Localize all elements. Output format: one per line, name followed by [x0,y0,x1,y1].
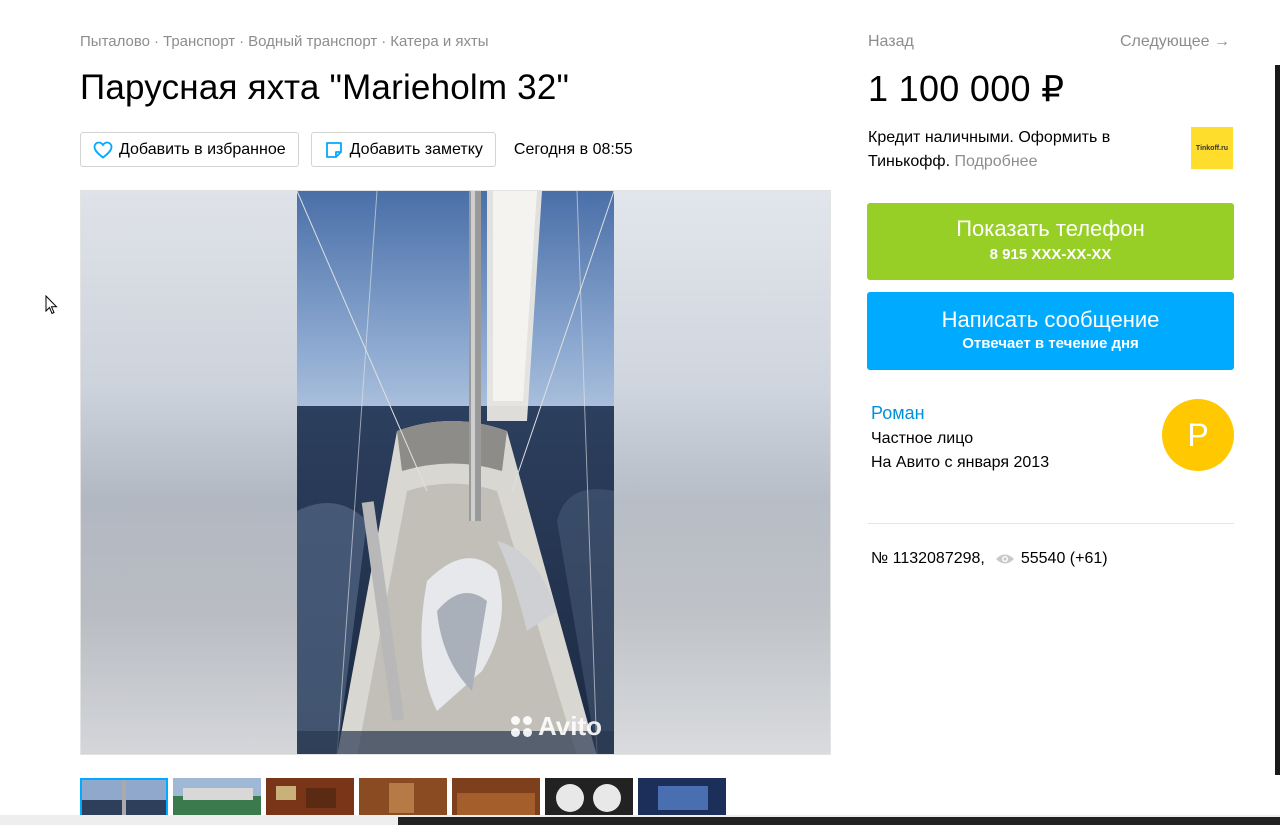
breadcrumb-item-boats-yachts[interactable]: Катера и яхты [390,33,488,50]
bottom-bar [0,815,1280,825]
phone-number-masked: 8 915 XXX-XX-XX [989,246,1112,263]
divider [868,523,1234,524]
write-message-title: Написать сообщение [941,307,1160,332]
heart-icon [93,140,113,160]
listing-meta: № 1132087298, 55540 (+61) [871,550,1108,568]
write-message-button[interactable]: Написать сообщение Отвечает в течение дн… [867,292,1234,370]
avito-logo-icon [510,716,532,737]
breadcrumb: Пыталово · Транспорт · Водный транспорт · Кате… [80,33,489,50]
gallery-blur-right [614,191,830,754]
next-link[interactable]: Следующее → [1120,33,1230,51]
thumbnail[interactable] [359,778,447,818]
page-title: Парусная яхта "Marieholm 32" [80,68,570,107]
thumbnail[interactable] [266,778,354,818]
breadcrumb-separator: · [381,33,387,50]
breadcrumb-item-water-transport[interactable]: Водный транспорт [248,33,377,50]
main-photo[interactable]: Avito [297,191,614,754]
avatar-letter: Р [1187,416,1209,453]
response-time: Отвечает в течение дня [962,335,1139,352]
thumbnail[interactable] [173,778,261,818]
seller-name-link[interactable]: Роман [871,403,925,423]
eye-icon [995,553,1015,565]
add-to-favorites-label: Добавить в избранное [119,140,286,158]
avatar[interactable]: Р [1162,399,1234,471]
thumbnail[interactable] [638,778,726,818]
show-phone-title: Показать телефон [956,216,1145,241]
add-note-label: Добавить заметку [349,140,483,158]
avito-watermark: Avito [510,711,602,742]
window-edge [1275,65,1280,775]
credit-offer: Кредит наличными. Оформить в Тинькофф. П… [868,126,1158,174]
breadcrumb-item-city[interactable]: Пыталово [80,33,150,50]
seller-type: Частное лицо [871,430,974,447]
breadcrumb-separator: · [239,33,245,50]
thumbnail[interactable] [452,778,540,818]
thumbnail[interactable] [545,778,633,818]
avito-watermark-text: Avito [537,711,602,741]
tinkoff-logo[interactable]: Tinkoff.ru [1191,127,1233,169]
mouse-cursor-icon [45,294,59,320]
credit-more-link[interactable]: Подробнее [954,153,1037,170]
taskbar-strip [398,817,1280,825]
price: 1 100 000 ₽ [868,68,1065,109]
breadcrumb-separator: · [154,33,160,50]
yacht-photo-image [297,191,614,754]
listing-actions: Добавить в избранное Добавить заметку Се… [80,132,633,167]
thumbnail[interactable] [80,778,168,818]
tinkoff-logo-text: Tinkoff.ru [1195,144,1229,152]
show-phone-button[interactable]: Показать телефон 8 915 XXX-XX-XX [867,203,1234,280]
photo-gallery[interactable]: Avito [80,190,831,755]
seller-info: Роман Частное лицо На Авито с января 201… [871,401,1049,475]
thumbnail-strip [80,778,731,818]
note-icon [324,140,344,160]
view-count: 55540 (+61) [1020,550,1108,567]
seller-since: На Авито с января 2013 [871,454,1050,471]
back-link[interactable]: Назад [868,33,914,51]
posted-time: Сегодня в 08:55 [513,140,633,158]
listing-id: № 1132087298, [871,550,985,567]
add-to-favorites-button[interactable]: Добавить в избранное [80,132,299,167]
breadcrumb-item-transport[interactable]: Транспорт [163,33,235,50]
add-note-button[interactable]: Добавить заметку [310,132,496,167]
gallery-blur-left [81,191,297,754]
